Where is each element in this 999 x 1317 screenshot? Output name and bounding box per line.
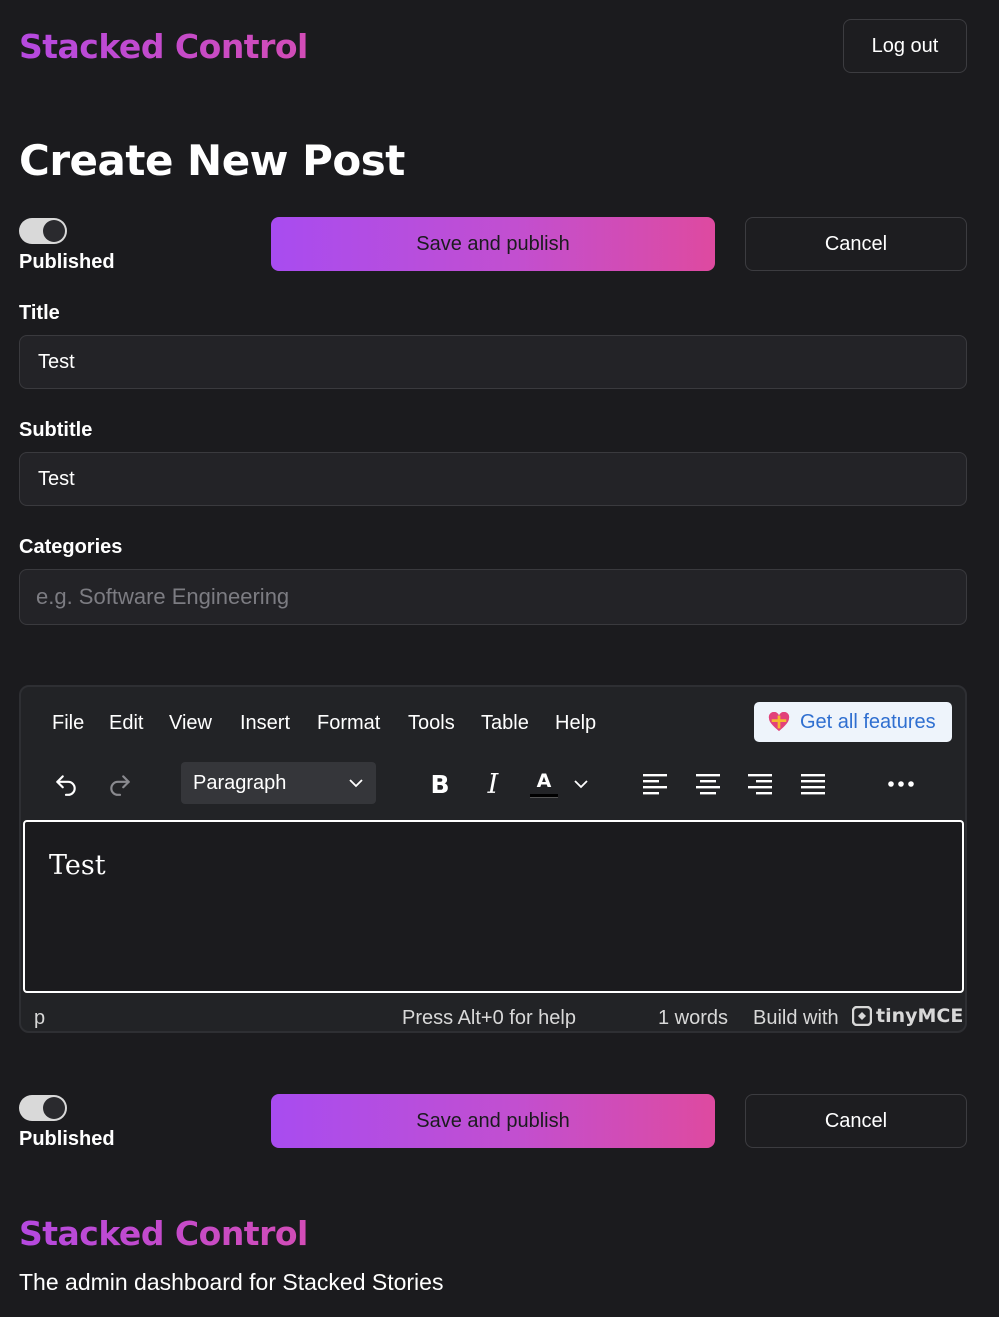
cancel-button[interactable]: Cancel — [745, 217, 967, 271]
published-toggle[interactable] — [19, 218, 67, 244]
categories-placeholder: e.g. Software Engineering — [36, 584, 290, 609]
text-color-dropdown-icon[interactable] — [569, 769, 593, 799]
more-icon[interactable] — [884, 767, 918, 801]
tinymce-brand: tinyMCE — [876, 1005, 964, 1027]
rich-text-editor: File Edit View Insert Format Tools Table… — [19, 685, 967, 1033]
menu-view[interactable]: View — [169, 712, 212, 735]
menu-help[interactable]: Help — [555, 712, 596, 735]
footer-brand: Stacked Control — [19, 1214, 308, 1253]
get-all-features-label: Get all features — [800, 710, 936, 733]
cancel-button-bottom[interactable]: Cancel — [745, 1094, 967, 1148]
status-build-with[interactable]: Build with — [753, 1007, 839, 1030]
get-all-features-button[interactable]: Get all features — [754, 702, 952, 742]
categories-label: Categories — [19, 536, 123, 558]
categories-input[interactable]: e.g. Software Engineering — [19, 569, 967, 625]
toggle-knob — [43, 1097, 65, 1119]
tinymce-icon — [852, 1006, 872, 1026]
editor-content-area[interactable]: Test — [23, 820, 964, 993]
status-word-count[interactable]: 1 words — [658, 1007, 728, 1030]
redo-icon[interactable] — [103, 767, 137, 801]
subtitle-input-value: Test — [38, 467, 75, 490]
menu-file[interactable]: File — [52, 712, 84, 735]
title-input[interactable]: Test — [19, 335, 967, 389]
justify-icon[interactable] — [796, 767, 830, 801]
tinymce-logo[interactable]: tinyMCE — [852, 1005, 963, 1027]
title-label: Title — [19, 302, 60, 324]
align-center-icon[interactable] — [691, 767, 725, 801]
menu-edit[interactable]: Edit — [109, 712, 143, 735]
italic-icon[interactable]: I — [476, 767, 510, 801]
block-format-select[interactable]: Paragraph — [181, 762, 376, 804]
toggle-knob — [43, 220, 65, 242]
save-publish-button-bottom[interactable]: Save and publish — [271, 1094, 715, 1148]
editor-content-text: Test — [49, 850, 106, 881]
menu-format[interactable]: Format — [317, 712, 380, 735]
status-element-path[interactable]: p — [34, 1007, 45, 1030]
page-title: Create New Post — [19, 136, 405, 185]
undo-icon[interactable] — [49, 767, 83, 801]
subtitle-label: Subtitle — [19, 419, 93, 441]
heart-gift-icon — [768, 712, 790, 732]
published-toggle-bottom[interactable] — [19, 1095, 67, 1121]
menu-table[interactable]: Table — [481, 712, 529, 735]
text-color-icon[interactable]: A — [527, 765, 561, 803]
align-left-icon[interactable] — [638, 767, 672, 801]
published-label: Published — [19, 251, 115, 273]
chevron-down-icon — [349, 779, 363, 788]
published-label-bottom: Published — [19, 1128, 115, 1150]
menu-insert[interactable]: Insert — [240, 712, 290, 735]
title-input-value: Test — [38, 350, 75, 373]
subtitle-input[interactable]: Test — [19, 452, 967, 506]
status-help-hint: Press Alt+0 for help — [402, 1007, 576, 1029]
bold-icon[interactable]: B — [423, 767, 457, 801]
footer-tagline: The admin dashboard for Stacked Stories — [19, 1269, 444, 1295]
align-right-icon[interactable] — [743, 767, 777, 801]
header-brand[interactable]: Stacked Control — [19, 27, 308, 66]
block-format-value: Paragraph — [193, 771, 287, 794]
save-publish-button[interactable]: Save and publish — [271, 217, 715, 271]
logout-button[interactable]: Log out — [843, 19, 967, 73]
menu-tools[interactable]: Tools — [408, 712, 455, 735]
